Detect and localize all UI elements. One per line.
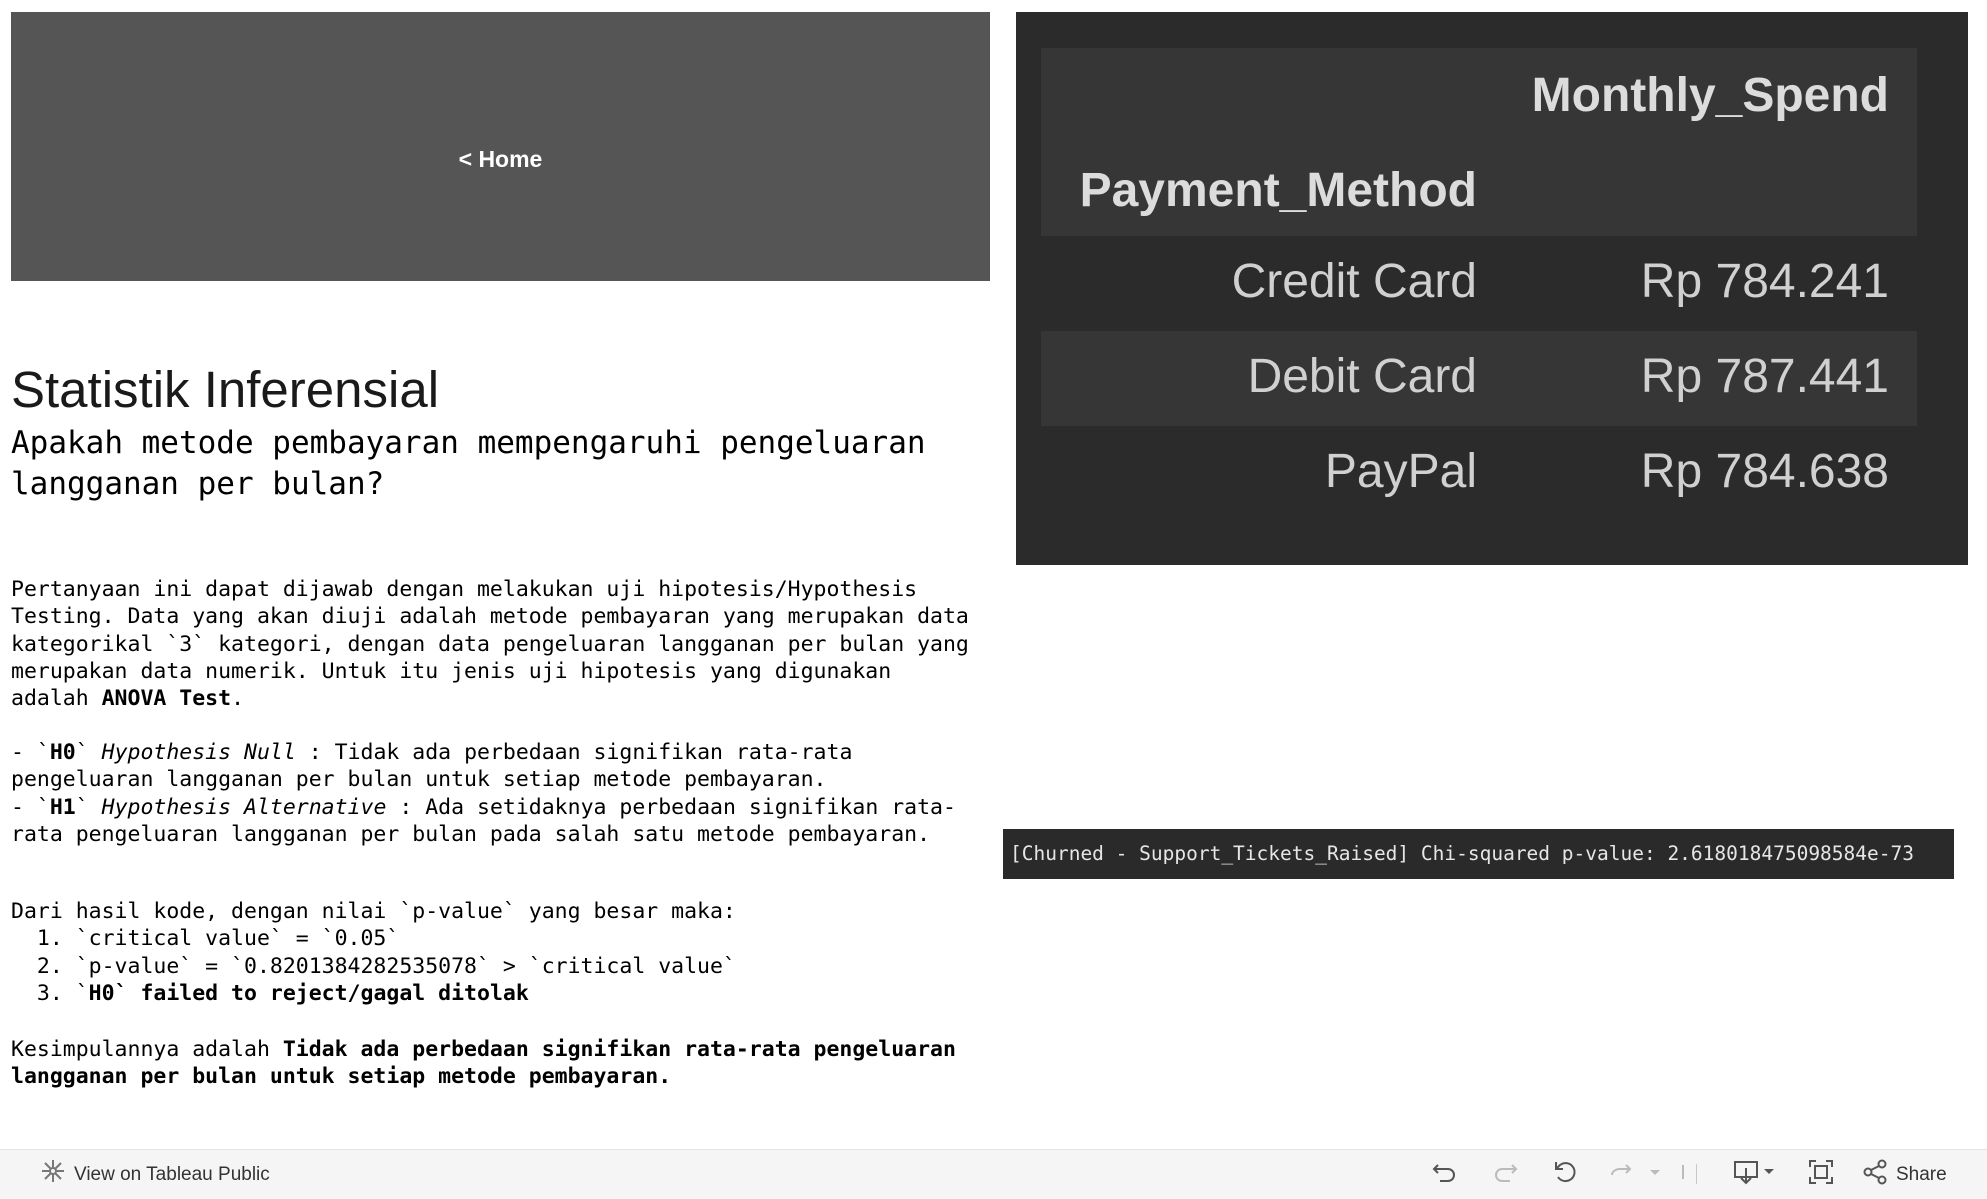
intro-end: .: [231, 686, 245, 712]
fullscreen-button[interactable]: [1806, 1150, 1836, 1199]
refresh-dropdown[interactable]: [1648, 1150, 1662, 1199]
home-button[interactable]: < Home: [11, 146, 990, 173]
pause-icon: [1678, 1157, 1688, 1192]
h0-prefix: - `: [11, 740, 50, 765]
hypothesis-list: - `H0` Hypothesis Null : Tidak ada perbe…: [11, 739, 996, 849]
table-header: Monthly_Spend Payment_Method: [1041, 48, 1917, 236]
result-list: Dari hasil kode, dengan nilai `p-value` …: [11, 898, 996, 1007]
h0-after-code: `: [75, 740, 102, 765]
intro-line: kategorikal `3` kategori, dengan data pe…: [11, 631, 969, 657]
test-name: ANOVA Test: [101, 686, 232, 712]
view-on-tableau-label: View on Tableau Public: [74, 1163, 270, 1185]
result-item3-code: H0: [88, 980, 115, 1006]
page-title: Statistik Inferensial: [11, 361, 440, 418]
share-icon: [1862, 1159, 1888, 1190]
conclusion-text-line2: langganan per bulan untuk setiap metode …: [11, 1064, 672, 1090]
table-row: Debit Card Rp 787.441: [1041, 331, 1917, 426]
refresh-button[interactable]: [1606, 1150, 1636, 1199]
refresh-icon: [1606, 1157, 1636, 1192]
h0-line2: pengeluaran langganan per bulan untuk se…: [11, 767, 827, 793]
monthly-spend: Rp 784.241: [1640, 255, 1889, 308]
payment-method: PayPal: [1324, 445, 1477, 498]
download-icon: [1732, 1157, 1780, 1192]
tableau-icon: [40, 1158, 66, 1191]
intro-line: Testing. Data yang akan diuji adalah met…: [11, 604, 969, 630]
page-subtitle: Apakah metode pembayaran mempengaruhi pe…: [11, 425, 926, 502]
h1-prefix: - `: [11, 794, 50, 820]
intro-line: merupakan data numerik. Untuk itu jenis …: [11, 658, 892, 684]
console-output: [Churned - Support_Tickets_Raised] Chi-s…: [1003, 829, 1954, 879]
redo-icon: [1490, 1157, 1520, 1192]
result-item: 1. `critical value` = `0.05`: [11, 926, 400, 952]
h1-line2: rata pengeluaran langganan per bulan pad…: [11, 821, 931, 847]
h0-code: H0: [49, 740, 76, 765]
view-on-tableau-link[interactable]: View on Tableau Public: [40, 1150, 270, 1199]
h1-text: : Ada setidaknya perbedaan signifikan ra…: [386, 794, 956, 820]
fullscreen-icon: [1806, 1157, 1836, 1192]
undo-button[interactable]: [1430, 1150, 1460, 1199]
revert-icon: [1550, 1157, 1580, 1192]
intro-line: Pertanyaan ini dapat dijawab dengan mela…: [11, 577, 918, 602]
result-table-panel: Monthly_Spend Payment_Method Credit Card…: [1016, 12, 1968, 565]
conclusion: Kesimpulannya adalah Tidak ada perbedaan…: [11, 1036, 996, 1091]
share-label: Share: [1896, 1163, 1947, 1185]
redo-button[interactable]: [1490, 1150, 1520, 1199]
download-button[interactable]: [1732, 1150, 1780, 1199]
pause-button[interactable]: [1678, 1150, 1688, 1199]
result-item3-rest: ` failed to reject/gagal ditolak: [114, 980, 529, 1006]
tableau-toolbar: View on Tableau Public Share: [0, 1149, 1987, 1199]
conclusion-text: Tidak ada perbedaan signifikan rata-rata…: [282, 1037, 956, 1062]
payment-method: Credit Card: [1231, 255, 1477, 308]
toolbar-divider: [1696, 1164, 1697, 1184]
value-column-header: Monthly_Spend: [1531, 69, 1889, 122]
table-row: PayPal Rp 784.638: [1041, 426, 1917, 521]
result-item3-prefix: 3. `: [11, 980, 89, 1006]
intro-line: adalah: [11, 686, 102, 712]
result-intro: Dari hasil kode, dengan nilai `p-value` …: [11, 899, 736, 924]
undo-icon: [1430, 1157, 1460, 1192]
conclusion-prefix: Kesimpulannya adalah: [11, 1037, 283, 1062]
intro-paragraph: Pertanyaan ini dapat dijawab dengan mela…: [11, 576, 996, 712]
share-button[interactable]: Share: [1862, 1150, 1947, 1199]
result-item: 2. `p-value` = `0.8201384282535078` > `c…: [11, 953, 736, 979]
monthly-spend: Rp 787.441: [1640, 350, 1889, 403]
h0-text: : Tidak ada perbedaan signifikan rata-ra…: [295, 740, 853, 765]
h1-code: H1: [49, 794, 76, 820]
h0-label: Hypothesis Null: [101, 740, 296, 765]
revert-button[interactable]: [1550, 1150, 1580, 1199]
h1-label: Hypothesis Alternative: [101, 794, 387, 820]
h1-after-code: `: [75, 794, 102, 820]
monthly-spend: Rp 784.638: [1640, 445, 1889, 498]
row-header: Payment_Method: [1079, 164, 1477, 217]
result-table: Monthly_Spend Payment_Method Credit Card…: [1041, 48, 1917, 521]
payment-method: Debit Card: [1247, 350, 1477, 403]
home-panel: < Home: [11, 12, 990, 281]
chevron-down-icon: [1648, 1157, 1662, 1192]
table-row: Credit Card Rp 784.241: [1041, 236, 1917, 331]
